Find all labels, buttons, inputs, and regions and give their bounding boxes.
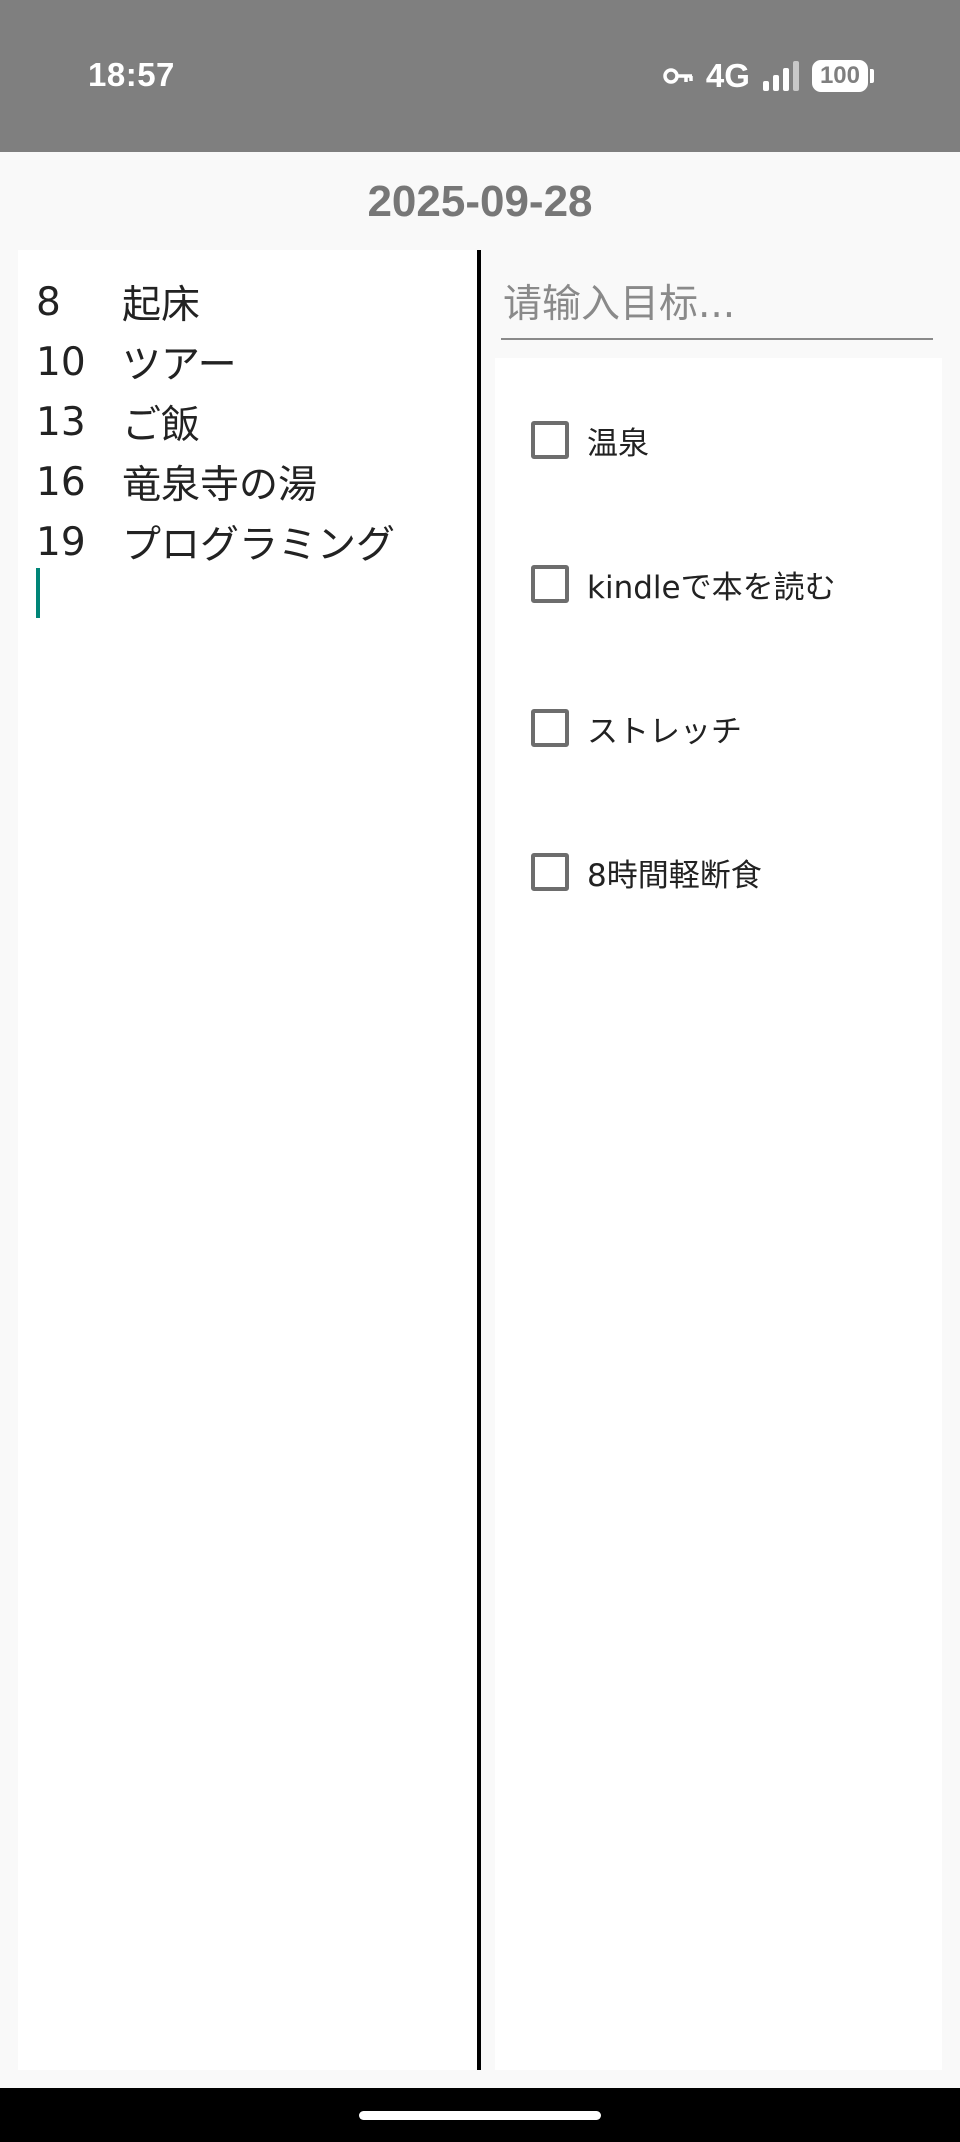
goal-list: 温泉 kindleで本を読む ストレッチ 8時間軽断食 xyxy=(495,358,942,2070)
goal-item[interactable]: 温泉 xyxy=(495,410,649,470)
page-title-date: 2025-09-28 xyxy=(367,177,593,226)
signal-icon xyxy=(762,61,800,91)
goal-item[interactable]: 8時間軽断食 xyxy=(495,842,762,902)
goals-panel: 温泉 kindleで本を読む ストレッチ 8時間軽断食 xyxy=(481,250,942,2070)
goal-label: ストレッチ xyxy=(587,713,742,750)
goal-input[interactable] xyxy=(501,270,933,340)
schedule-list: 8 起床 10 ツアー 13 ご飯 16 竜泉寺の湯 19 プログラミング xyxy=(36,272,467,572)
schedule-hour: 10 xyxy=(36,339,86,385)
schedule-row: 13 ご飯 xyxy=(36,392,467,452)
goal-item[interactable]: kindleで本を読む xyxy=(495,554,836,614)
schedule-activity: 竜泉寺の湯 xyxy=(122,463,318,508)
battery-cap xyxy=(870,69,874,83)
home-indicator[interactable] xyxy=(359,2111,601,2120)
schedule-row: 19 プログラミング xyxy=(36,512,467,572)
goal-checkbox[interactable] xyxy=(531,565,569,603)
status-bar: 18:57 4G 100 xyxy=(0,0,960,152)
goal-label: 温泉 xyxy=(587,425,649,462)
schedule-activity: 起床 xyxy=(122,283,201,328)
schedule-hour: 8 xyxy=(36,279,61,325)
schedule-hour: 13 xyxy=(36,399,86,445)
schedule-activity: プログラミング xyxy=(122,523,396,568)
goal-checkbox[interactable] xyxy=(531,421,569,459)
goal-item[interactable]: ストレッチ xyxy=(495,698,742,758)
goal-label: 8時間軽断食 xyxy=(587,857,762,894)
vpn-key-icon xyxy=(662,66,694,86)
text-cursor xyxy=(36,568,40,618)
schedule-row: 8 起床 xyxy=(36,272,467,332)
battery-level: 100 xyxy=(811,60,868,92)
schedule-row: 16 竜泉寺の湯 xyxy=(36,452,467,512)
goal-checkbox[interactable] xyxy=(531,853,569,891)
network-type-label: 4G xyxy=(705,57,750,94)
schedule-activity: ツアー xyxy=(122,343,237,388)
status-icons: 4G 100 xyxy=(662,56,874,96)
schedule-row: 10 ツアー xyxy=(36,332,467,392)
battery-icon: 100 xyxy=(811,60,874,92)
schedule-activity: ご飯 xyxy=(122,403,201,448)
status-time: 18:57 xyxy=(88,56,175,93)
schedule-editor[interactable]: 8 起床 10 ツアー 13 ご飯 16 竜泉寺の湯 19 プログラミング xyxy=(18,250,477,2070)
navigation-bar xyxy=(0,2088,960,2142)
schedule-hour: 19 xyxy=(36,519,86,565)
goal-label: kindleで本を読む xyxy=(587,569,836,606)
goal-checkbox[interactable] xyxy=(531,709,569,747)
schedule-hour: 16 xyxy=(36,459,86,505)
